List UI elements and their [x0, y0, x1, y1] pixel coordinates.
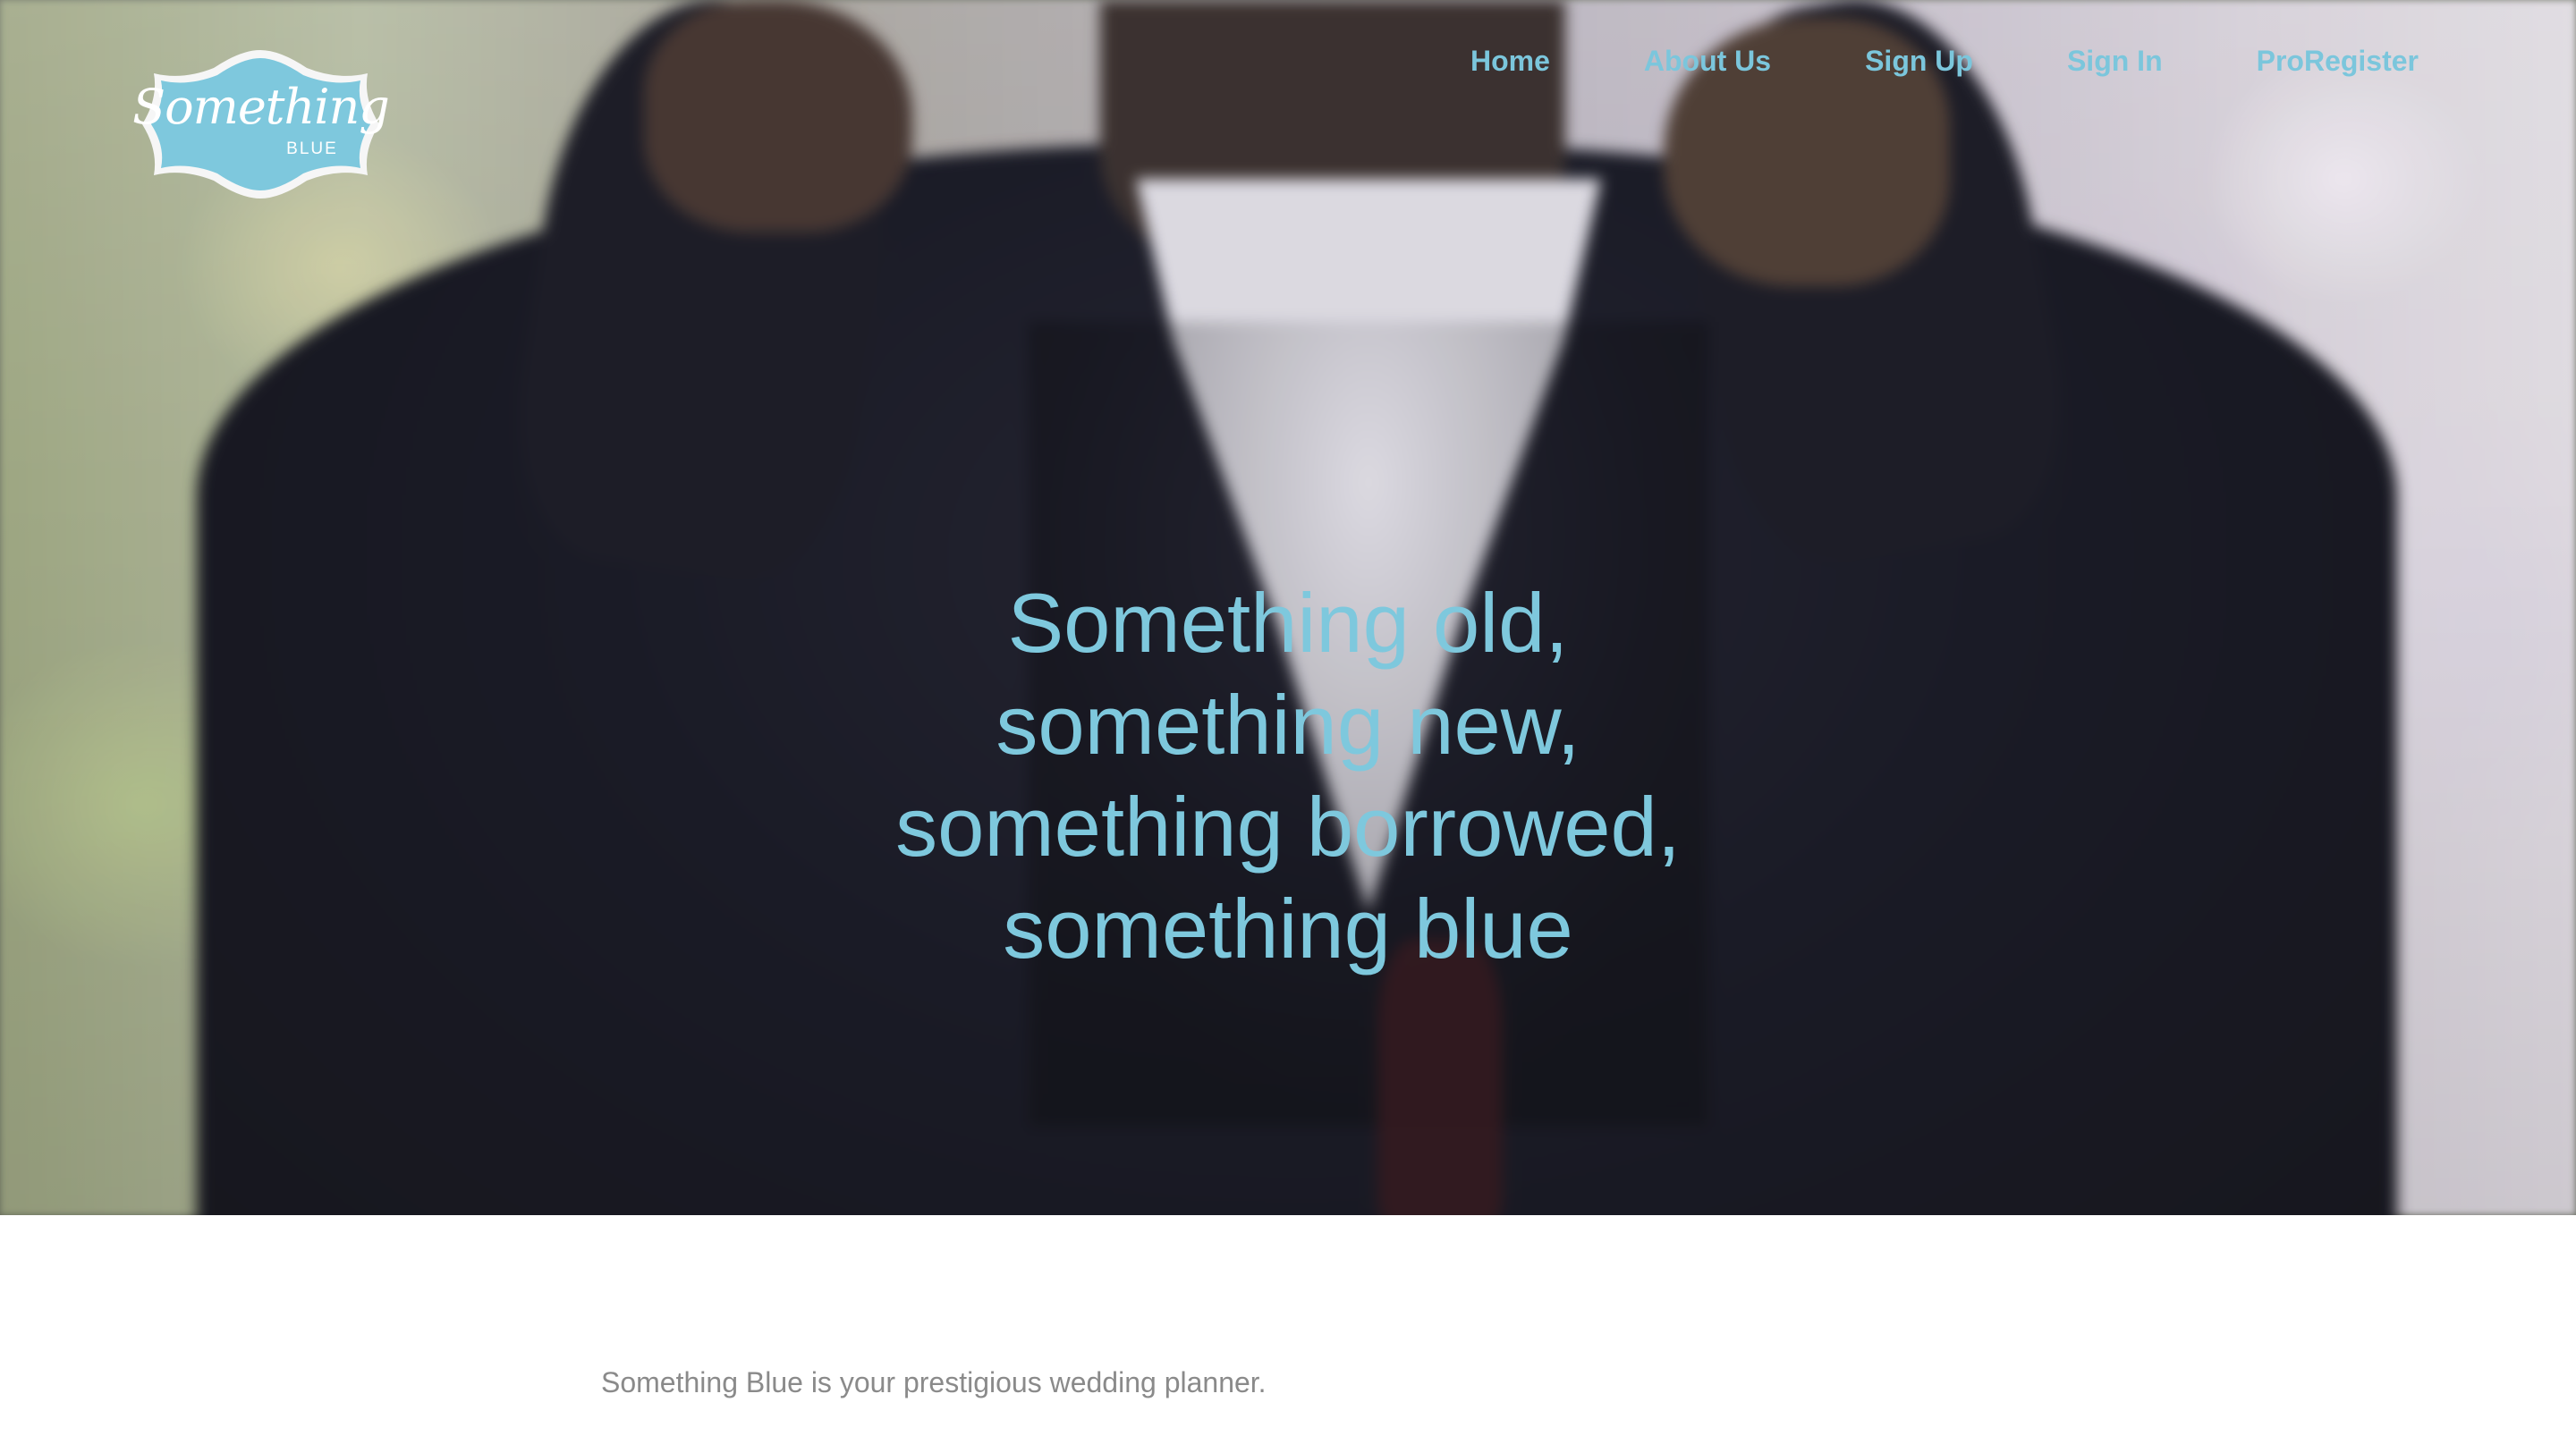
logo-wordmark: Something: [132, 79, 390, 135]
nav-home[interactable]: Home: [1470, 39, 1550, 82]
hero-line: something borrowed,: [895, 780, 1681, 874]
main-navigation: Home About Us Sign Up Sign In ProRegiste…: [1470, 39, 2419, 82]
nav-sign-up[interactable]: Sign Up: [1865, 39, 1973, 82]
hero-line: something blue: [1003, 882, 1573, 976]
hero-section: Something BLUE Home About Us Sign Up Sig…: [0, 0, 2576, 1215]
intro-text: Something Blue is your prestigious weddi…: [601, 1366, 1267, 1398]
logo-subtitle: BLUE: [286, 139, 338, 158]
hero-heading: Something old, something new, something …: [572, 572, 2004, 980]
nav-about-us[interactable]: About Us: [1644, 39, 1771, 82]
hero-line: Something old,: [1007, 576, 1569, 670]
page: Something BLUE Home About Us Sign Up Sig…: [0, 0, 2576, 1436]
site-logo[interactable]: Something BLUE: [129, 46, 393, 202]
nav-sign-in[interactable]: Sign In: [2067, 39, 2163, 82]
hero-line: something new,: [996, 678, 1580, 772]
nav-pro-register[interactable]: ProRegister: [2257, 39, 2419, 82]
